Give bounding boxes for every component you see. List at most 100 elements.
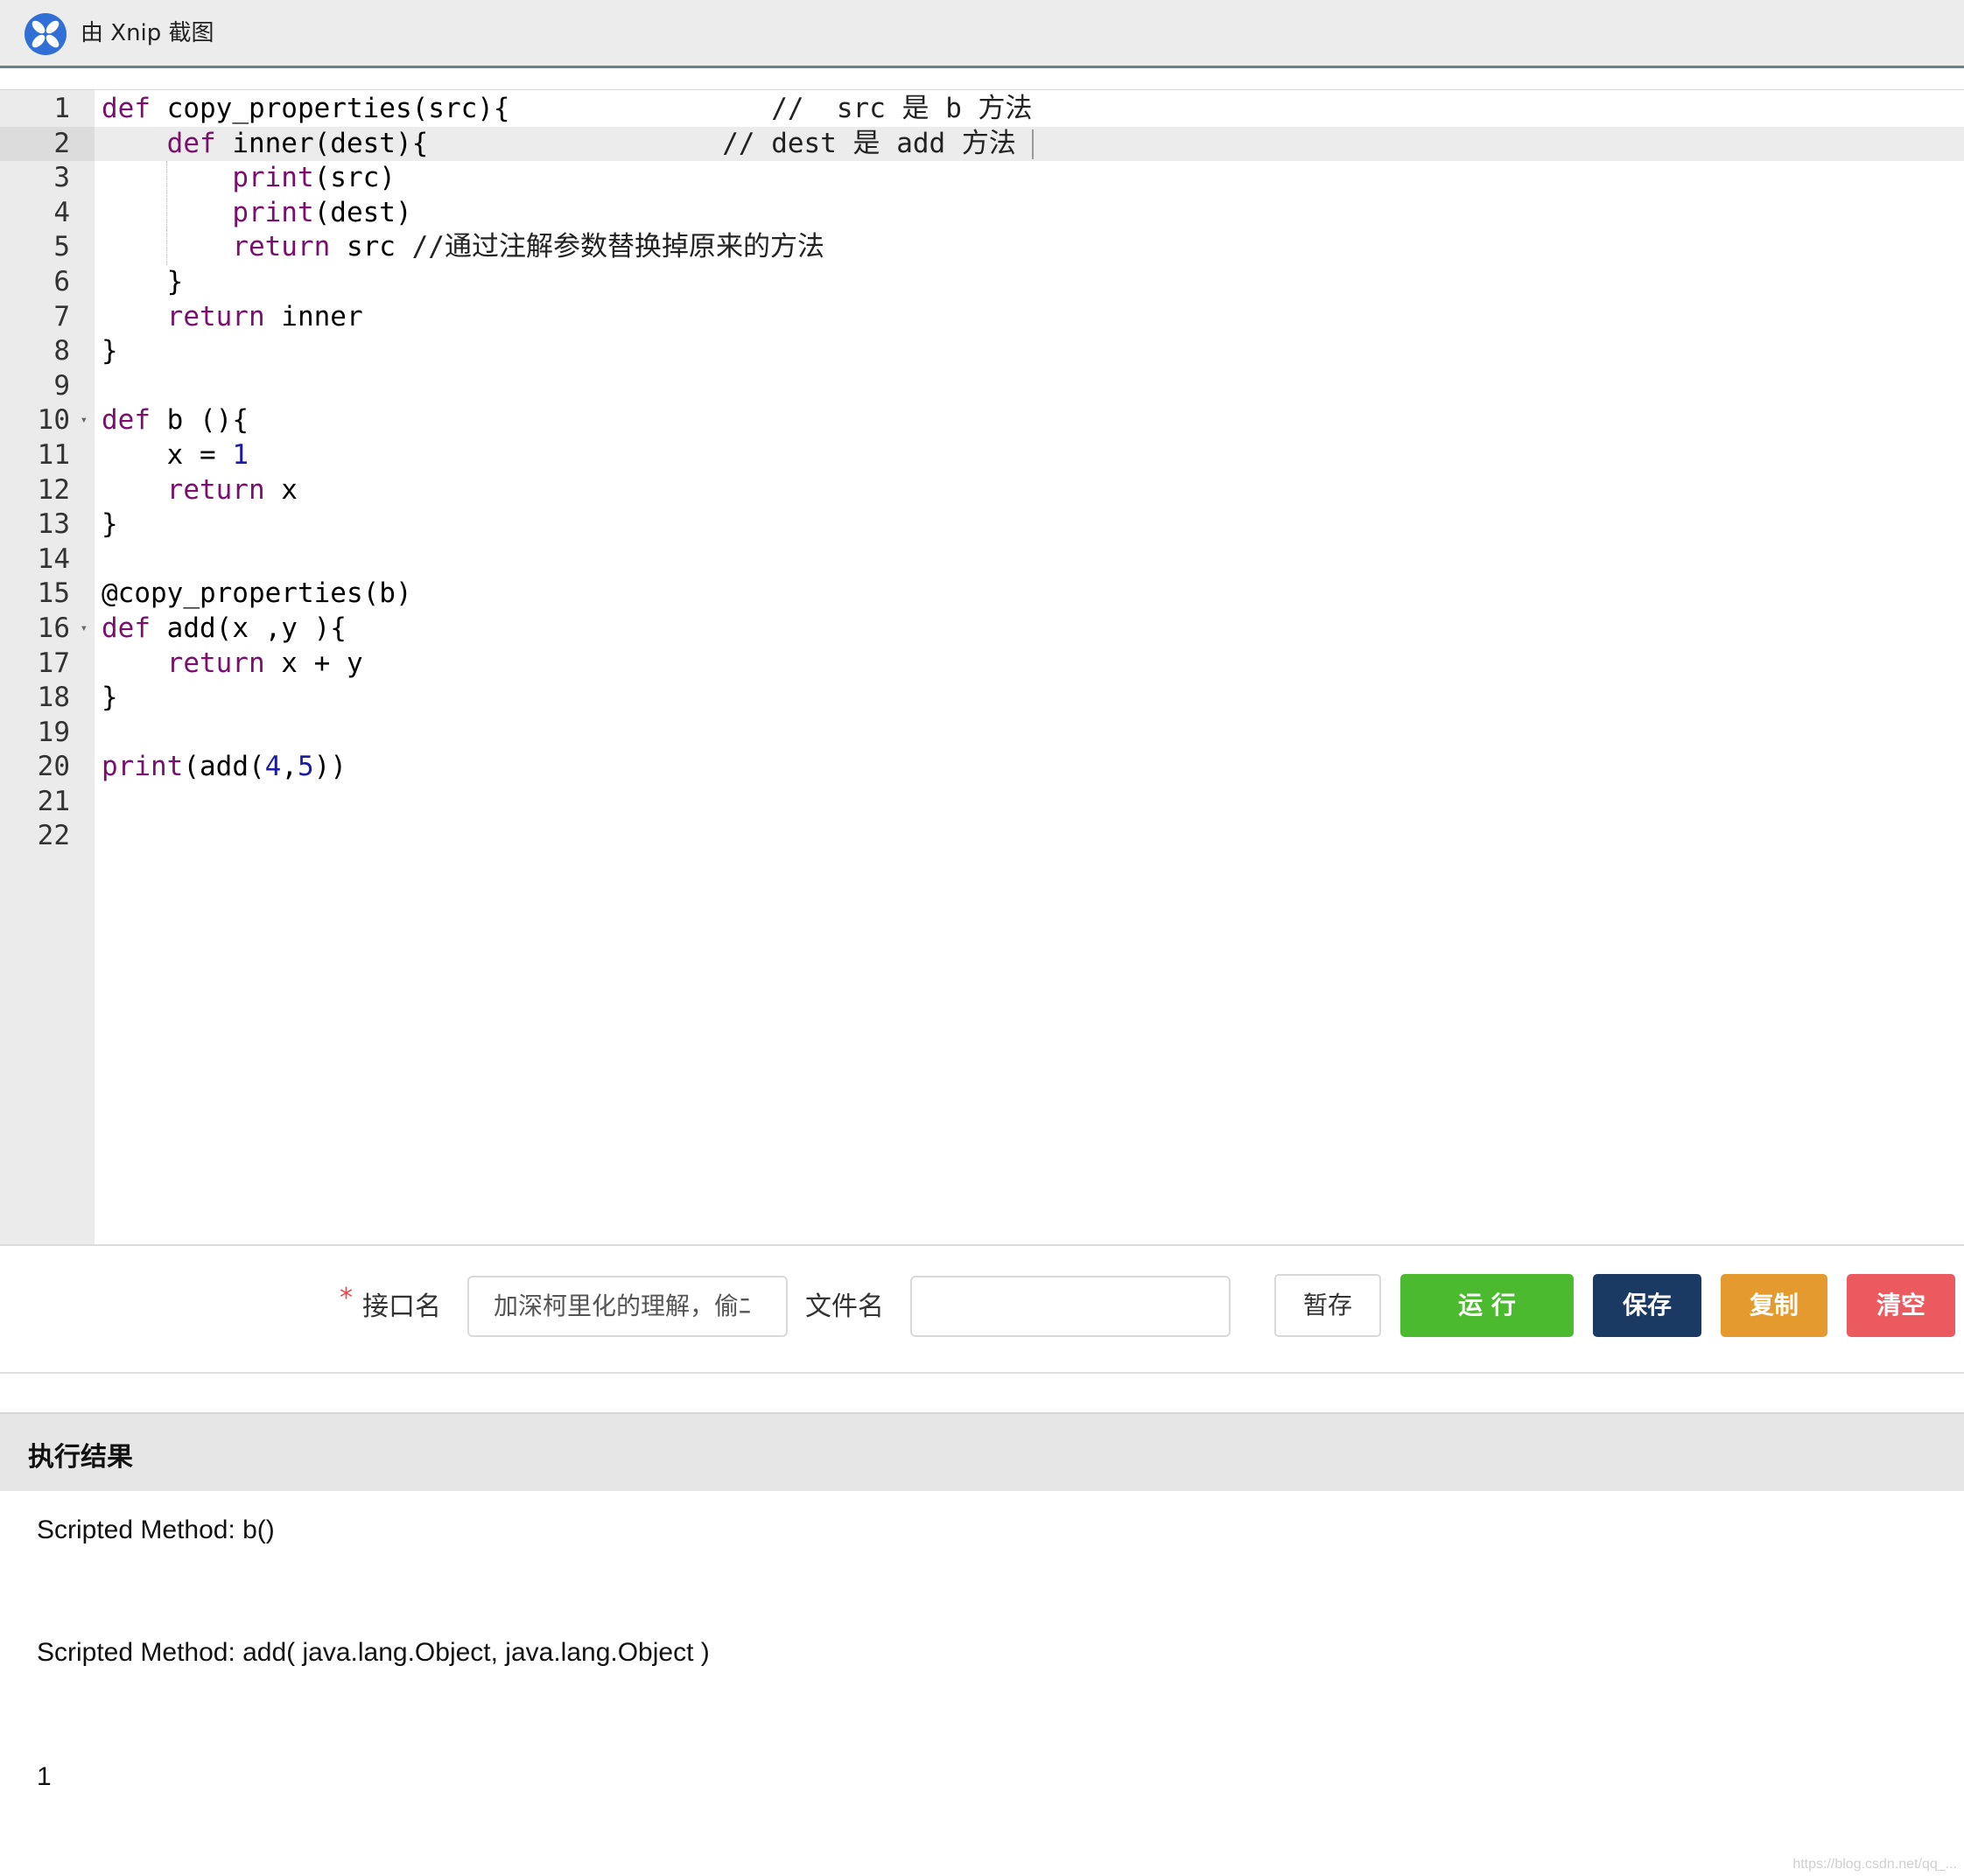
code-token: inner: [264, 300, 363, 332]
editor-gutter: 1 2 3 4 5 6 7 8 9 10 ▾ 11 12 13 14 15 16 ▾ 17 18 19 20 21 22: [0, 90, 95, 1244]
line-number: 1: [0, 92, 95, 127]
required-mark: *: [340, 1283, 353, 1313]
title-bar: 由 Xnip 截图: [0, 0, 1964, 68]
code-number: 1: [232, 438, 249, 471]
code-line[interactable]: x = 1: [95, 438, 1964, 473]
code-keyword: print: [232, 162, 314, 194]
code-token: @copy_properties(b): [102, 578, 412, 610]
code-line[interactable]: }: [95, 681, 1964, 716]
code-token: inner(dest){: [215, 127, 723, 159]
code-number: 5: [298, 751, 314, 783]
line-number: 15: [0, 577, 95, 612]
line-number-text: 1: [53, 93, 70, 124]
run-button[interactable]: 运 行: [1400, 1274, 1574, 1337]
line-number: 11: [0, 438, 95, 473]
line-number-text: 20: [37, 751, 70, 783]
line-number: 22: [0, 819, 95, 854]
code-token: )): [313, 751, 347, 783]
code-line[interactable]: }: [95, 334, 1964, 369]
code-token: x: [264, 473, 298, 506]
code-token: add(x ,y ){: [151, 612, 347, 644]
line-number-text: 16: [37, 612, 70, 644]
code-line[interactable]: print(dest): [95, 195, 1964, 231]
copy-button[interactable]: 复制: [1721, 1274, 1827, 1337]
code-keyword: def: [102, 404, 151, 437]
line-number-text: 10: [37, 404, 70, 437]
line-number: 20: [0, 750, 95, 785]
line-number: 21: [0, 785, 95, 820]
code-line[interactable]: def copy_properties(src){ // src 是 b 方法: [95, 92, 1964, 127]
code-keyword: print: [232, 196, 314, 228]
code-line[interactable]: }: [95, 265, 1964, 300]
code-token: src: [330, 231, 412, 263]
code-line[interactable]: }: [95, 508, 1964, 542]
code-line[interactable]: return x: [95, 473, 1964, 508]
watermark: https://blog.csdn.net/qq_...: [1792, 1857, 1957, 1872]
line-number: 2: [0, 126, 95, 162]
code-token: }: [102, 682, 118, 714]
text-cursor: [1031, 130, 1034, 160]
code-line[interactable]: return src //通过注解参数替换掉原来的方法: [95, 230, 1964, 265]
code-line[interactable]: def inner(dest){ // dest 是 add 方法: [95, 126, 1964, 162]
line-number: 12: [0, 473, 95, 508]
line-number-text: 18: [37, 682, 70, 714]
code-line[interactable]: [95, 819, 1964, 854]
line-number-text: 12: [37, 473, 70, 506]
line-number-text: 4: [53, 196, 70, 228]
indent-guide: [166, 161, 167, 196]
line-number-text: 6: [53, 265, 70, 298]
clear-button[interactable]: 清空: [1847, 1274, 1955, 1337]
code-line[interactable]: print(add(4,5)): [95, 750, 1964, 785]
code-line[interactable]: [95, 785, 1964, 820]
code-token: copy_properties(src){: [151, 93, 772, 124]
indent-guide: [166, 195, 167, 231]
code-line[interactable]: return x + y: [95, 647, 1964, 682]
result-line: 1: [37, 1762, 52, 1791]
code-keyword: return: [166, 647, 265, 679]
code-line[interactable]: def b (){: [95, 403, 1964, 438]
line-number: 6: [0, 265, 95, 300]
code-comment: // dest 是 add 方法: [722, 127, 1016, 159]
api-name-label: 接口名: [362, 1292, 441, 1322]
line-numbers: 1 2 3 4 5 6 7 8 9 10 ▾ 11 12 13 14 15 16 ▾ 17 18 19 20 21 22: [0, 92, 95, 854]
line-number-text: 5: [53, 231, 70, 263]
code-token: }: [102, 508, 118, 541]
fold-arrow-icon[interactable]: ▾: [81, 403, 88, 438]
code-token: (dest): [313, 196, 412, 228]
code-line[interactable]: @copy_properties(b): [95, 577, 1964, 612]
window-title: 由 Xnip 截图: [81, 20, 214, 46]
result-line: Scripted Method: b(): [37, 1516, 275, 1544]
result-panel-header: 执行结果: [0, 1412, 1964, 1491]
code-keyword: return: [166, 300, 265, 332]
code-line[interactable]: [95, 542, 1964, 578]
code-keyword: return: [166, 473, 265, 506]
code-line[interactable]: [95, 369, 1964, 404]
file-name-label: 文件名: [805, 1292, 884, 1322]
code-line[interactable]: print(src): [95, 161, 1964, 196]
code-comment: //通过注解参数替换掉原来的方法: [411, 231, 824, 263]
code-editor[interactable]: 1 2 3 4 5 6 7 8 9 10 ▾ 11 12 13 14 15 16 ▾ 17 18 19 20 21 22 de…: [0, 89, 1964, 1246]
code-line[interactable]: def add(x ,y ){: [95, 612, 1964, 647]
file-name-input[interactable]: [910, 1276, 1231, 1337]
code-token: (src): [313, 162, 396, 194]
code-area[interactable]: def copy_properties(src){ // src 是 b 方法 …: [95, 92, 1964, 854]
form-toolbar: * 接口名 加深柯里化的理解，偷ﾆ 文件名 暂存 运 行 保存 复制 清空: [0, 1248, 1964, 1374]
code-number: 4: [264, 751, 282, 783]
api-name-input[interactable]: 加深柯里化的理解，偷ﾆ: [467, 1276, 788, 1337]
line-number: 4: [0, 196, 95, 231]
line-number: 17: [0, 647, 95, 682]
line-number-text: 17: [37, 647, 70, 679]
line-number-text: 9: [53, 369, 70, 402]
line-number-text: 13: [37, 508, 70, 541]
line-number: 8: [0, 334, 95, 369]
code-line[interactable]: return inner: [95, 300, 1964, 335]
code-token: }: [102, 265, 184, 298]
code-token: (add(: [183, 751, 265, 783]
save-button[interactable]: 保存: [1593, 1274, 1701, 1337]
draft-button[interactable]: 暂存: [1274, 1274, 1381, 1337]
line-number: 16 ▾: [0, 612, 95, 647]
fold-arrow-icon[interactable]: ▾: [81, 612, 88, 647]
code-line[interactable]: [95, 716, 1964, 751]
